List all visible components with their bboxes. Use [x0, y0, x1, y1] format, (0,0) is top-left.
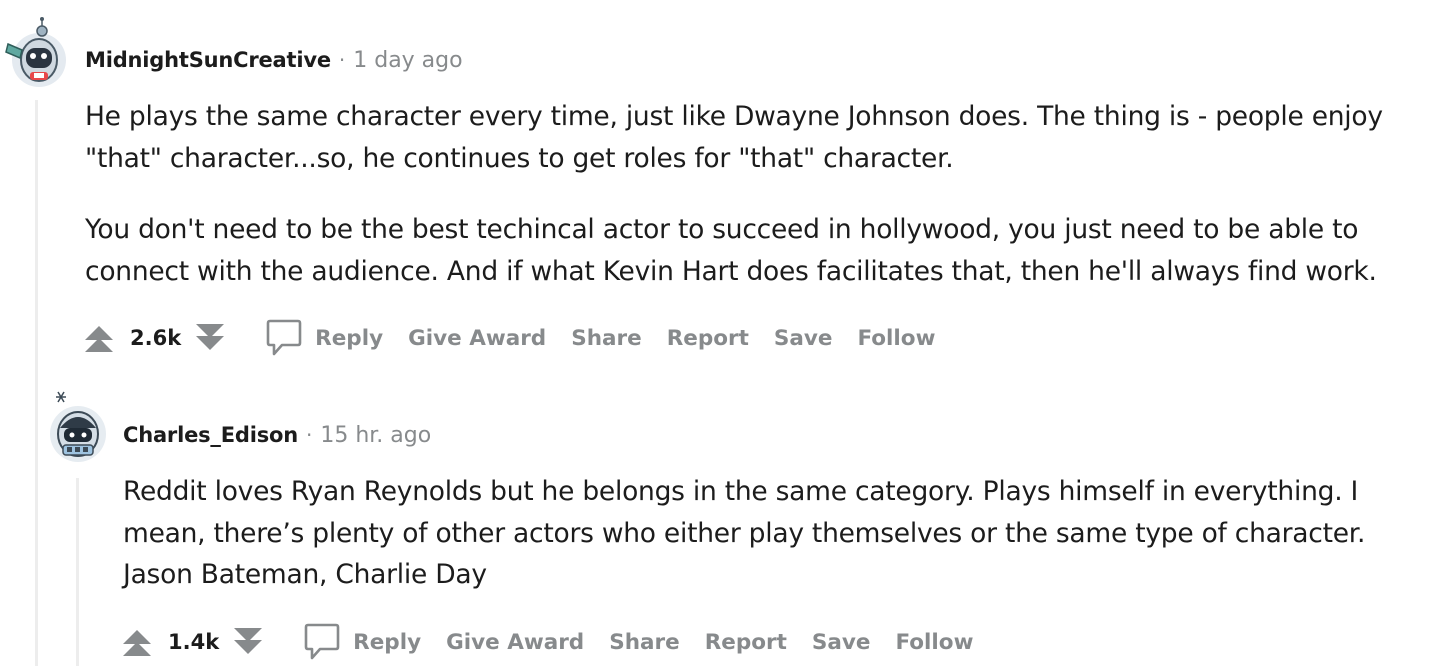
reply-label: Reply [315, 325, 384, 351]
save-button[interactable]: Save [774, 326, 833, 351]
report-button[interactable]: Report [705, 630, 787, 655]
author-username[interactable]: Charles_Edison [123, 423, 298, 447]
thread-line-level-2[interactable] [76, 478, 79, 666]
save-button[interactable]: Save [812, 630, 871, 655]
reply-button[interactable]: Reply [303, 622, 421, 662]
comment-actions: 2.6k Reply Give Award Share Report Save … [82, 316, 935, 360]
meta-separator: · [305, 423, 313, 447]
text-line: Reddit loves Ryan Reynolds but he belong… [123, 476, 1359, 507]
comment-paragraph: He plays the same character every time, … [85, 96, 1383, 179]
report-button[interactable]: Report [667, 326, 749, 351]
reply-button[interactable]: Reply [265, 318, 383, 358]
downvote-icon [196, 324, 225, 350]
comment-body: He plays the same character every time, … [85, 96, 1383, 292]
share-button[interactable]: Share [609, 630, 679, 655]
downvote-button[interactable] [231, 625, 265, 659]
comment-bubble-icon [304, 623, 340, 660]
comment-bubble-icon [266, 319, 302, 356]
comment-meta: Charles_Edison · 15 hr. ago [123, 423, 431, 448]
text-line: mean, there’s plenty of other actors who… [123, 517, 1366, 549]
vote-score: 2.6k [130, 326, 182, 350]
meta-separator: · [338, 48, 346, 72]
share-button[interactable]: Share [571, 326, 641, 351]
reply-label: Reply [353, 629, 422, 655]
comment-meta: MidnightSunCreative · 1 day ago [85, 48, 463, 73]
downvote-button[interactable] [193, 321, 227, 355]
upvote-icon [123, 630, 151, 656]
comment-body: Reddit loves Ryan Reynolds but he belong… [123, 471, 1365, 596]
downvote-icon [234, 628, 263, 654]
follow-button[interactable]: Follow [857, 326, 935, 351]
comment-paragraph: Reddit loves Ryan Reynolds but he belong… [123, 471, 1365, 596]
comment-paragraph: You don't need to be the best techincal … [85, 209, 1383, 292]
give-award-button[interactable]: Give Award [408, 326, 546, 351]
text-line: Jason Bateman, Charlie Day [123, 559, 487, 590]
upvote-button[interactable] [120, 625, 154, 659]
user-avatar[interactable] [48, 388, 108, 464]
text-line: He plays the same character every time, … [85, 101, 1383, 132]
follow-button[interactable]: Follow [895, 630, 973, 655]
text-line: You don't need to be the best techincal … [85, 214, 1359, 245]
comment-actions: 1.4k Reply Give Award Share Report Save … [120, 620, 973, 664]
upvote-button[interactable] [82, 321, 116, 355]
thread-line-level-1[interactable] [35, 100, 38, 666]
snoo-avatar-icon [5, 17, 66, 87]
give-award-button[interactable]: Give Award [446, 630, 584, 655]
upvote-icon [85, 326, 113, 352]
comment-timestamp[interactable]: 15 hr. ago [320, 423, 431, 448]
text-line: connect with the audience. And if what K… [85, 255, 1377, 287]
text-line: "that" character...so, he continues to g… [85, 142, 954, 174]
vote-score: 1.4k [168, 630, 220, 654]
user-avatar[interactable] [4, 16, 66, 88]
author-username[interactable]: MidnightSunCreative [85, 48, 331, 72]
comment-timestamp[interactable]: 1 day ago [353, 48, 462, 73]
snoo-avatar-icon [50, 391, 106, 462]
